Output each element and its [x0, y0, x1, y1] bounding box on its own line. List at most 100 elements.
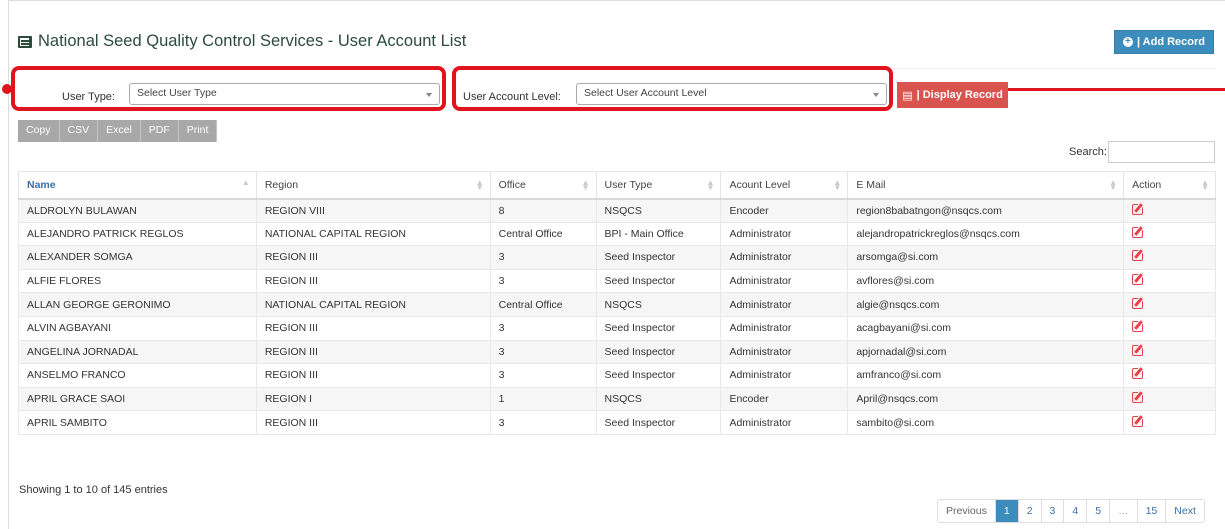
account-level-cell: Administrator	[720, 363, 849, 388]
edit-icon[interactable]	[1132, 321, 1144, 333]
region-cell: REGION VIII	[255, 198, 491, 223]
account-level-label: User Account Level:	[463, 91, 561, 103]
account-level-cell: Administrator	[720, 268, 849, 294]
pagination-page-2[interactable]: 2	[1018, 500, 1042, 522]
user-type-label: User Type:	[62, 91, 115, 103]
page-title-text: National Seed Quality Control Services -…	[38, 32, 467, 50]
edit-icon[interactable]	[1132, 203, 1144, 215]
user-type-cell: NSQCS	[595, 386, 722, 412]
action-cell	[1123, 292, 1216, 317]
table-row: ANGELINA JORNADAL REGION III 3 Seed Inspect…	[18, 339, 1216, 365]
pdf-button[interactable]: PDF	[141, 120, 179, 142]
edit-icon[interactable]	[1132, 274, 1144, 286]
sort-icon: ▲ ▼	[1201, 178, 1209, 192]
edit-icon[interactable]	[1132, 226, 1144, 238]
display-record-button[interactable]: ▤ | Display Record	[897, 82, 1008, 108]
region-cell: NATIONAL CAPITAL REGION	[255, 221, 491, 247]
sort-icon: ▲ ▼	[1109, 178, 1118, 192]
table-row: ALVIN AGBAYANI REGION III 3 Seed Inspector A…	[18, 315, 1216, 341]
action-cell	[1123, 221, 1216, 247]
account-level-cell: Administrator	[720, 410, 849, 435]
col-header-user-type[interactable]: User Type ▲ ▼	[595, 171, 722, 200]
user-type-cell: Seed Inspector	[595, 268, 722, 294]
add-record-label: | Add Record	[1136, 36, 1205, 48]
edit-icon[interactable]	[1132, 415, 1144, 427]
email-cell: sambito@si.com	[847, 410, 1125, 435]
account-level-cell: Administrator	[720, 245, 849, 270]
excel-button[interactable]: Excel	[98, 120, 141, 142]
edit-icon[interactable]	[1132, 297, 1144, 309]
user-type-cell: Seed Inspector	[595, 315, 722, 341]
office-cell: 3	[489, 410, 597, 435]
table-row: APRIL GRACE SAOI REGION I 1 NSQCS Encoder Apr…	[18, 386, 1216, 412]
col-header-account-level[interactable]: Acount Level ▲ ▼	[720, 171, 849, 200]
office-cell: Central Office	[489, 292, 597, 317]
name-cell: ALDROLYN BULAWAN	[18, 198, 257, 223]
add-record-button[interactable]: + | Add Record	[1113, 30, 1214, 54]
edit-icon[interactable]	[1132, 392, 1144, 404]
chevron-down-icon	[873, 93, 879, 97]
table-row: ALLAN GEORGE GERONIMO NATIONAL CAPITAL RE…	[18, 292, 1216, 317]
pagination-page-5[interactable]: 5	[1087, 500, 1111, 522]
email-cell: April@nsqcs.com	[847, 386, 1125, 412]
action-cell	[1123, 245, 1216, 270]
email-cell: region8babatngon@nsqcs.com	[847, 198, 1125, 223]
copy-button[interactable]: Copy	[18, 120, 60, 142]
email-cell: apjornadal@si.com	[847, 339, 1125, 365]
office-cell: 3	[489, 268, 597, 294]
col-header-action[interactable]: Action ▲ ▼	[1123, 171, 1216, 200]
edit-icon[interactable]	[1132, 250, 1144, 262]
col-header-region[interactable]: Region ▲ ▼	[255, 171, 491, 200]
pagination-page-3[interactable]: 3	[1041, 500, 1065, 522]
account-level-select[interactable]: Select User Account Level	[576, 83, 887, 105]
region-cell: REGION III	[255, 410, 491, 435]
list-icon	[18, 35, 32, 48]
edit-icon[interactable]	[1132, 344, 1144, 356]
email-cell: algie@nsqcs.com	[847, 292, 1125, 317]
table-row: APRIL SAMBITO REGION III 3 Seed Inspector Ad…	[18, 410, 1216, 435]
user-type-cell: Seed Inspector	[595, 245, 722, 270]
table-row: ALEJANDRO PATRICK REGLOS NATIONAL CAPITAL…	[18, 221, 1216, 247]
region-cell: REGION III	[255, 315, 491, 341]
pagination-page-15[interactable]: 15	[1137, 500, 1167, 522]
name-cell: ALLAN GEORGE GERONIMO	[18, 292, 257, 317]
user-type-cell: Seed Inspector	[595, 363, 722, 388]
pagination-next[interactable]: Next	[1166, 500, 1204, 522]
page-title: National Seed Quality Control Services -…	[18, 32, 466, 51]
col-header-name[interactable]: Name ▲	[18, 171, 257, 200]
action-cell	[1123, 339, 1216, 365]
user-type-cell: BPI - Main Office	[595, 221, 722, 247]
user-type-cell: NSQCS	[595, 198, 722, 223]
col-header-office[interactable]: Office ▲ ▼	[489, 171, 597, 200]
user-type-select-value: Select User Type	[137, 87, 217, 99]
email-cell: arsomga@si.com	[847, 245, 1125, 270]
user-type-cell: Seed Inspector	[595, 339, 722, 365]
email-cell: amfranco@si.com	[847, 363, 1125, 388]
region-cell: NATIONAL CAPITAL REGION	[255, 292, 491, 317]
user-type-select[interactable]: Select User Type	[129, 83, 440, 105]
table-row: ALDROLYN BULAWAN REGION VIII 8 NSQCS Encoder…	[18, 198, 1216, 223]
pagination-page-1[interactable]: 1	[995, 500, 1019, 522]
pagination-previous[interactable]: Previous	[938, 500, 996, 522]
user-type-cell: Seed Inspector	[595, 410, 722, 435]
pagination: Previous 1 2 3 4 5 … 15 Next	[937, 499, 1205, 523]
region-cell: REGION III	[255, 339, 491, 365]
print-button[interactable]: Print	[179, 120, 218, 142]
account-level-cell: Encoder	[720, 386, 849, 412]
table-row: ANSELMO FRANCO REGION III 3 Seed Inspector A…	[18, 363, 1216, 388]
office-cell: 3	[489, 245, 597, 270]
sort-icon: ▲ ▼	[706, 178, 715, 192]
col-header-email[interactable]: E Mail ▲ ▼	[847, 171, 1125, 200]
csv-button[interactable]: CSV	[60, 120, 99, 142]
name-cell: APRIL SAMBITO	[18, 410, 257, 435]
name-cell: ALEXANDER SOMGA	[18, 245, 257, 270]
search-input[interactable]	[1108, 141, 1215, 163]
sort-icon: ▲ ▼	[475, 178, 484, 192]
email-cell: avflores@si.com	[847, 268, 1125, 294]
office-cell: 3	[489, 339, 597, 365]
plus-circle-icon: +	[1122, 37, 1133, 47]
account-level-cell: Administrator	[720, 221, 849, 247]
pagination-page-4[interactable]: 4	[1064, 500, 1088, 522]
edit-icon[interactable]	[1132, 368, 1144, 380]
display-record-label: | Display Record	[916, 89, 1003, 101]
